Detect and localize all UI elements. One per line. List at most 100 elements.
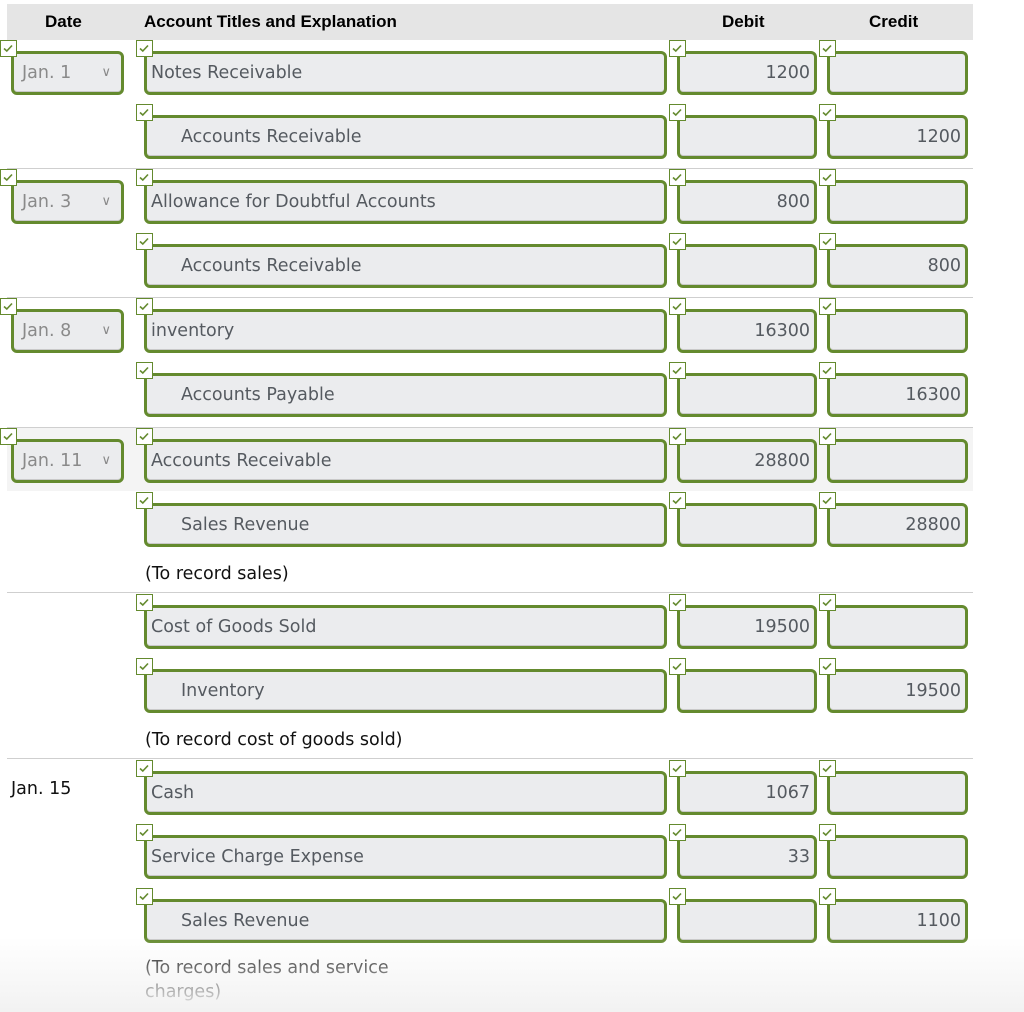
check-icon-glyph xyxy=(672,496,682,505)
header-account-titles: Account Titles and Explanation xyxy=(144,12,397,31)
account-title-input[interactable]: Cost of Goods Sold xyxy=(144,605,667,649)
date-select[interactable]: Jan. 1 ∨ xyxy=(11,51,124,95)
account-title-input[interactable]: Accounts Receivable xyxy=(144,244,667,288)
debit-input[interactable] xyxy=(677,899,817,943)
check-icon-glyph xyxy=(822,496,832,505)
check-icon xyxy=(136,428,153,445)
check-icon-glyph xyxy=(672,108,682,117)
credit-input[interactable] xyxy=(827,309,968,353)
debit-input[interactable] xyxy=(677,373,817,417)
date-value: Jan. 8 xyxy=(22,321,72,341)
entry-separator xyxy=(7,592,973,593)
check-icon-glyph xyxy=(672,892,682,901)
credit-input[interactable]: 16300 xyxy=(827,373,968,417)
check-icon-glyph xyxy=(672,366,682,375)
credit-input[interactable]: 1200 xyxy=(827,115,968,159)
credit-input[interactable]: 19500 xyxy=(827,669,968,713)
account-title-input[interactable]: Allowance for Doubtful Accounts xyxy=(144,180,667,224)
debit-input[interactable]: 28800 xyxy=(677,439,817,483)
table-header: Date Account Titles and Explanation Debi… xyxy=(7,4,973,40)
credit-input[interactable]: 800 xyxy=(827,244,968,288)
chevron-down-icon: ∨ xyxy=(101,194,111,209)
check-icon xyxy=(136,362,153,379)
credit-input[interactable]: 28800 xyxy=(827,503,968,547)
debit-input[interactable] xyxy=(677,669,817,713)
account-title-input[interactable]: inventory xyxy=(144,309,667,353)
account-title-input[interactable]: Cash xyxy=(144,771,667,815)
check-icon xyxy=(136,594,153,611)
check-icon xyxy=(136,233,153,250)
chevron-down-icon: ∨ xyxy=(101,453,111,468)
account-title-input[interactable]: Accounts Receivable xyxy=(144,115,667,159)
check-icon xyxy=(819,824,836,841)
debit-input[interactable]: 19500 xyxy=(677,605,817,649)
check-icon-glyph xyxy=(672,764,682,773)
account-title-input[interactable]: Notes Receivable xyxy=(144,51,667,95)
check-icon-glyph xyxy=(672,173,682,182)
credit-input[interactable]: 1100 xyxy=(827,899,968,943)
debit-input[interactable]: 33 xyxy=(677,835,817,879)
check-icon-glyph xyxy=(672,237,682,246)
check-icon xyxy=(136,169,153,186)
check-icon xyxy=(669,362,686,379)
entry-separator xyxy=(7,758,973,759)
check-icon xyxy=(669,888,686,905)
account-title-input[interactable]: Accounts Receivable xyxy=(144,439,667,483)
debit-input[interactable]: 1067 xyxy=(677,771,817,815)
debit-input[interactable]: 1200 xyxy=(677,51,817,95)
date-select[interactable]: Jan. 11 ∨ xyxy=(11,439,124,483)
check-icon-glyph xyxy=(139,237,149,246)
explanation-text: (To record cost of goods sold) xyxy=(145,730,403,750)
account-title-input[interactable]: Service Charge Expense xyxy=(144,835,667,879)
date-select[interactable]: Jan. 8 ∨ xyxy=(11,309,124,353)
header-debit: Debit xyxy=(722,12,765,31)
date-value: Jan. 11 xyxy=(22,451,83,471)
check-icon-glyph xyxy=(822,598,832,607)
check-icon xyxy=(819,104,836,121)
check-icon xyxy=(819,40,836,57)
explanation-text: (To record sales and service xyxy=(145,958,389,978)
check-icon-glyph xyxy=(139,44,149,53)
check-icon xyxy=(819,594,836,611)
check-icon-glyph xyxy=(822,44,832,53)
check-icon xyxy=(0,40,17,57)
credit-input[interactable] xyxy=(827,835,968,879)
check-icon xyxy=(0,428,17,445)
check-icon-glyph xyxy=(3,44,13,53)
credit-input[interactable] xyxy=(827,605,968,649)
check-icon xyxy=(669,298,686,315)
debit-input[interactable]: 16300 xyxy=(677,309,817,353)
check-icon-glyph xyxy=(139,432,149,441)
credit-input[interactable] xyxy=(827,51,968,95)
check-icon-glyph xyxy=(822,892,832,901)
date-select[interactable]: Jan. 3 ∨ xyxy=(11,180,124,224)
check-icon-glyph xyxy=(672,828,682,837)
credit-input[interactable] xyxy=(827,439,968,483)
check-icon-glyph xyxy=(139,173,149,182)
check-icon xyxy=(669,233,686,250)
account-title-input[interactable]: Inventory xyxy=(144,669,667,713)
check-icon-glyph xyxy=(139,366,149,375)
debit-input[interactable]: 800 xyxy=(677,180,817,224)
account-title-input[interactable]: Sales Revenue xyxy=(144,503,667,547)
debit-input[interactable] xyxy=(677,244,817,288)
explanation-text: (To record sales) xyxy=(145,564,289,584)
check-icon-glyph xyxy=(139,598,149,607)
check-icon-glyph xyxy=(822,173,832,182)
check-icon xyxy=(819,362,836,379)
check-icon-glyph xyxy=(822,828,832,837)
chevron-down-icon: ∨ xyxy=(101,323,111,338)
check-icon-glyph xyxy=(822,108,832,117)
debit-input[interactable] xyxy=(677,115,817,159)
check-icon-glyph xyxy=(672,432,682,441)
credit-input[interactable] xyxy=(827,180,968,224)
account-title-input[interactable]: Accounts Payable xyxy=(144,373,667,417)
check-icon-glyph xyxy=(672,302,682,311)
account-title-input[interactable]: Sales Revenue xyxy=(144,899,667,943)
credit-input[interactable] xyxy=(827,771,968,815)
debit-input[interactable] xyxy=(677,503,817,547)
check-icon xyxy=(669,104,686,121)
date-value: Jan. 3 xyxy=(22,192,72,212)
check-icon-glyph xyxy=(822,432,832,441)
check-icon-glyph xyxy=(139,764,149,773)
